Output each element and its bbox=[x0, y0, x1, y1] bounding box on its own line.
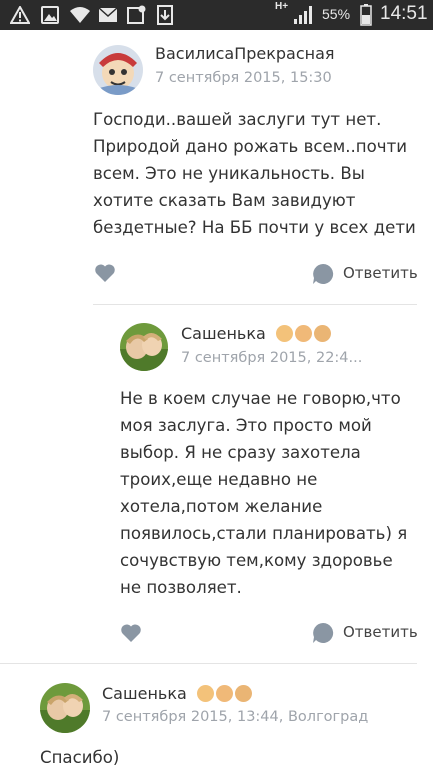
comment-text: Не в коем случае не говорю,что моя заслу… bbox=[120, 389, 408, 597]
reply-button[interactable]: Ответить bbox=[343, 623, 418, 641]
baby-boy-icon bbox=[314, 325, 331, 342]
reply-button[interactable]: Ответить bbox=[343, 264, 418, 282]
username[interactable]: Сашенька bbox=[102, 684, 187, 703]
image-icon bbox=[41, 6, 59, 24]
speech-bubble-icon[interactable] bbox=[312, 263, 334, 285]
baby-girl-icon bbox=[197, 685, 214, 702]
battery-icon bbox=[360, 4, 372, 26]
comment-date: 7 сентября 2015, 15:30 bbox=[155, 70, 332, 86]
baby-girl-icon bbox=[276, 325, 293, 342]
mail-icon bbox=[98, 7, 118, 22]
divider bbox=[93, 304, 417, 305]
clock: 14:51 bbox=[380, 3, 428, 24]
avatar[interactable] bbox=[40, 683, 90, 733]
comment-date: 7 сентября 2015, 13:44, Волгоград bbox=[102, 709, 369, 725]
warning-icon bbox=[10, 6, 30, 24]
network-type: H+ bbox=[275, 1, 289, 12]
user-badges bbox=[276, 325, 331, 342]
baby-boy-icon bbox=[295, 325, 312, 342]
battery-percent: 55% bbox=[322, 6, 351, 22]
signal-icon bbox=[294, 6, 312, 24]
notification-icon bbox=[127, 5, 146, 24]
divider bbox=[0, 663, 417, 664]
avatar[interactable] bbox=[120, 323, 168, 371]
comment-text: Господи..вашей заслуги тут нет. Природой… bbox=[93, 110, 416, 237]
avatar[interactable] bbox=[93, 45, 143, 95]
status-bar: H+ 55% 14:51 bbox=[0, 0, 433, 30]
username[interactable]: ВасилисаПрекрасная bbox=[155, 44, 335, 63]
comments-thread[interactable]: ВасилисаПрекрасная 7 сентября 2015, 15:3… bbox=[0, 30, 433, 770]
baby-boy-icon bbox=[216, 685, 233, 702]
heart-icon[interactable] bbox=[94, 263, 116, 283]
comment-date: 7 сентября 2015, 22:4... bbox=[181, 350, 363, 366]
wifi-icon bbox=[70, 7, 90, 23]
speech-bubble-icon[interactable] bbox=[312, 622, 334, 644]
username[interactable]: Сашенька bbox=[181, 324, 266, 343]
heart-icon[interactable] bbox=[120, 623, 142, 643]
download-icon bbox=[157, 5, 173, 25]
baby-boy-icon bbox=[235, 685, 252, 702]
comment-text: Спасибо) bbox=[40, 748, 120, 767]
user-badges bbox=[197, 685, 252, 702]
